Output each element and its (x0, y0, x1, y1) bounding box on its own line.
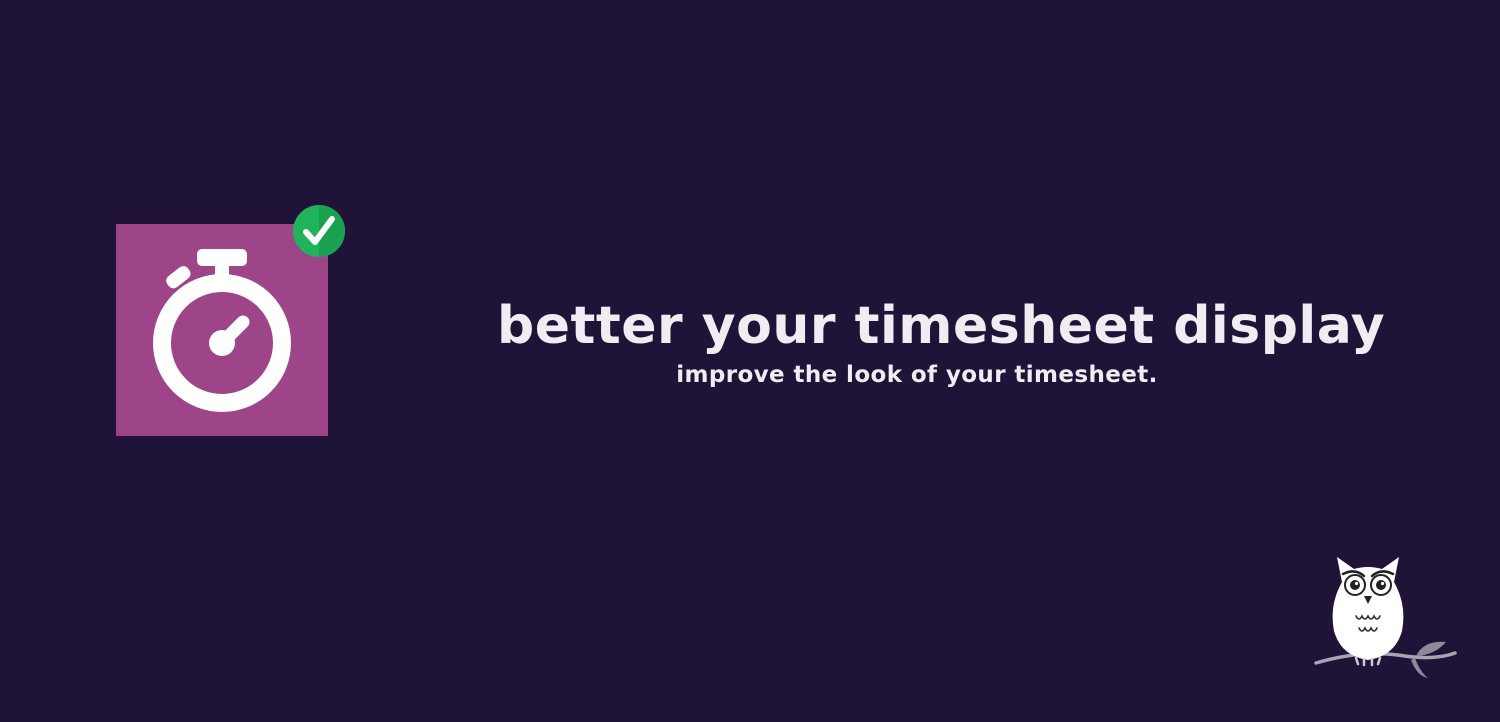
banner: better your timesheet display improve th… (0, 0, 1500, 722)
owl-logo-icon (1314, 557, 1457, 678)
subheadline: improve the look of your timesheet. (676, 362, 1158, 388)
headline: better your timesheet display (497, 296, 1386, 356)
check-badge-icon (293, 205, 345, 257)
